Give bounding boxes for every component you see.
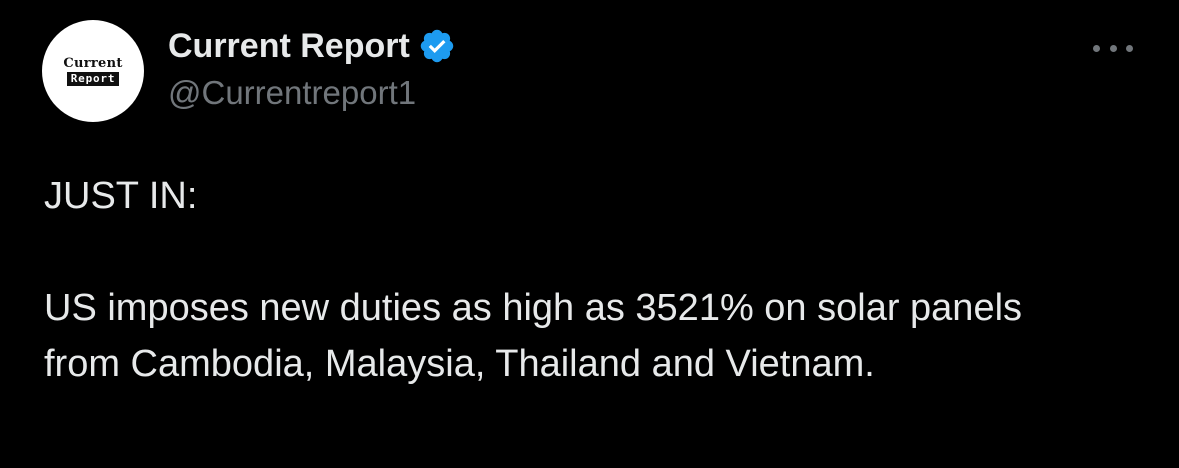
avatar[interactable]: Current Report xyxy=(42,20,144,122)
post-body: JUST IN: US imposes new duties as high a… xyxy=(44,168,1104,392)
more-dot xyxy=(1093,44,1100,52)
post-text-paragraph: US imposes new duties as high as 3521% o… xyxy=(44,287,1023,385)
more-options-icon[interactable] xyxy=(1093,38,1133,58)
post-text-line: JUST IN: xyxy=(44,175,198,217)
more-dot xyxy=(1109,44,1117,52)
avatar-logo-top: Current xyxy=(63,55,123,71)
verified-badge-icon xyxy=(420,29,454,63)
author-display-name[interactable]: Current Report xyxy=(168,27,410,66)
author-handle[interactable]: @Currentreport1 xyxy=(168,74,416,112)
tweet-card: Current Report Current Report @Currentre… xyxy=(0,0,1179,468)
avatar-logo-bottom: Report xyxy=(66,71,120,86)
more-dot xyxy=(1126,44,1133,52)
author-name-row: Current Report xyxy=(168,24,456,68)
